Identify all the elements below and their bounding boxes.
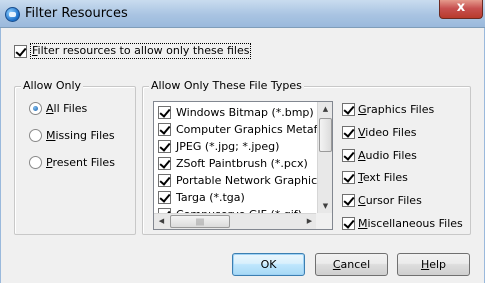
graphics-files-checkbox[interactable]: Graphics Files bbox=[342, 101, 434, 117]
cursor-files-check-icon[interactable] bbox=[342, 193, 355, 207]
allow-only-title: Allow Only bbox=[21, 79, 84, 93]
ok-button[interactable]: OK bbox=[232, 253, 305, 276]
text-files-label: Text Files bbox=[358, 170, 408, 184]
radio-missing-files-icon[interactable] bbox=[29, 128, 42, 142]
list-item-checkbox[interactable] bbox=[158, 190, 171, 204]
help-button[interactable]: Help bbox=[397, 253, 470, 276]
video-files-check-icon[interactable] bbox=[342, 125, 355, 139]
filter-resources-check-icon[interactable] bbox=[14, 44, 27, 58]
window-title: Filter Resources bbox=[25, 6, 128, 21]
list-item[interactable]: Portable Network Graphics (*. bbox=[158, 172, 333, 188]
radio-present-files[interactable]: Present Files bbox=[29, 154, 115, 170]
grip-icon bbox=[196, 218, 204, 225]
title-bar: Filter Resources x bbox=[0, 0, 485, 28]
misc-files-checkbox[interactable]: Miscellaneous Files bbox=[342, 215, 463, 231]
app-globe-icon bbox=[5, 7, 20, 22]
video-files-label: Video Files bbox=[358, 125, 417, 139]
scroll-left-icon[interactable]: ◀ bbox=[154, 214, 169, 229]
file-types-title: Allow Only These File Types bbox=[149, 79, 304, 93]
cursor-files-label: Cursor Files bbox=[358, 193, 422, 207]
horizontal-scroll-thumb[interactable] bbox=[170, 215, 230, 228]
text-files-checkbox[interactable]: Text Files bbox=[342, 169, 408, 185]
graphics-files-check-icon[interactable] bbox=[342, 102, 355, 116]
cursor-files-checkbox[interactable]: Cursor Files bbox=[342, 192, 422, 208]
filter-resources-checkbox[interactable]: Filter resources to allow only these fil… bbox=[14, 43, 252, 59]
filter-resources-label: Filter resources to allow only these fil… bbox=[30, 43, 252, 59]
horizontal-scrollbar[interactable]: ◀ ▶ bbox=[154, 213, 317, 229]
radio-missing-files-label: Missing Files bbox=[46, 128, 115, 142]
video-files-checkbox[interactable]: Video Files bbox=[342, 124, 416, 140]
list-item[interactable]: ZSoft Paintbrush (*.pcx) bbox=[158, 155, 308, 171]
radio-present-files-icon[interactable] bbox=[29, 155, 42, 169]
audio-files-label: Audio Files bbox=[358, 148, 417, 162]
audio-files-check-icon[interactable] bbox=[342, 148, 355, 162]
list-item-checkbox[interactable] bbox=[158, 105, 171, 119]
allow-only-group: Allow Only All Files Missing Files Prese… bbox=[14, 79, 136, 235]
list-item[interactable]: Windows Bitmap (*.bmp) bbox=[158, 104, 314, 120]
list-item-label: Targa (*.tga) bbox=[176, 190, 245, 204]
list-item[interactable]: Targa (*.tga) bbox=[158, 189, 245, 205]
misc-files-label: Miscellaneous Files bbox=[358, 216, 463, 230]
list-item[interactable]: JPEG (*.jpg; *.jpeg) bbox=[158, 138, 279, 154]
list-item-checkbox[interactable] bbox=[158, 156, 171, 170]
graphics-files-label: Graphics Files bbox=[358, 102, 435, 116]
list-item-checkbox[interactable] bbox=[158, 139, 171, 153]
scroll-up-icon[interactable]: ▲ bbox=[318, 102, 332, 117]
vertical-scrollbar[interactable]: ▲ ▼ bbox=[317, 102, 332, 214]
audio-files-checkbox[interactable]: Audio Files bbox=[342, 147, 417, 163]
radio-all-files-icon[interactable] bbox=[29, 101, 42, 115]
list-item-label: JPEG (*.jpg; *.jpeg) bbox=[176, 139, 280, 153]
radio-missing-files[interactable]: Missing Files bbox=[29, 127, 115, 143]
scrollbar-corner bbox=[316, 213, 332, 229]
scroll-down-icon[interactable]: ▼ bbox=[318, 199, 332, 214]
list-item-checkbox[interactable] bbox=[158, 173, 171, 187]
list-item-label: Windows Bitmap (*.bmp) bbox=[176, 105, 314, 119]
vertical-scroll-thumb[interactable] bbox=[319, 118, 332, 152]
radio-all-files[interactable]: All Files bbox=[29, 100, 87, 116]
radio-present-files-label: Present Files bbox=[46, 155, 115, 169]
misc-files-check-icon[interactable] bbox=[342, 216, 355, 230]
close-button[interactable]: x bbox=[439, 0, 483, 19]
radio-all-files-label: All Files bbox=[46, 101, 88, 115]
cancel-button[interactable]: Cancel bbox=[315, 253, 388, 276]
text-files-check-icon[interactable] bbox=[342, 170, 355, 184]
file-types-listbox[interactable]: Windows Bitmap (*.bmp) Computer Graphics… bbox=[153, 101, 333, 230]
list-item-label: Portable Network Graphics (*. bbox=[176, 173, 333, 187]
list-item[interactable]: Computer Graphics Metafile (*. bbox=[158, 121, 333, 137]
list-item-label: ZSoft Paintbrush (*.pcx) bbox=[176, 156, 308, 170]
list-item-label: Computer Graphics Metafile (*. bbox=[176, 122, 333, 136]
scroll-right-icon[interactable]: ▶ bbox=[302, 214, 317, 229]
list-item-checkbox[interactable] bbox=[158, 122, 171, 136]
